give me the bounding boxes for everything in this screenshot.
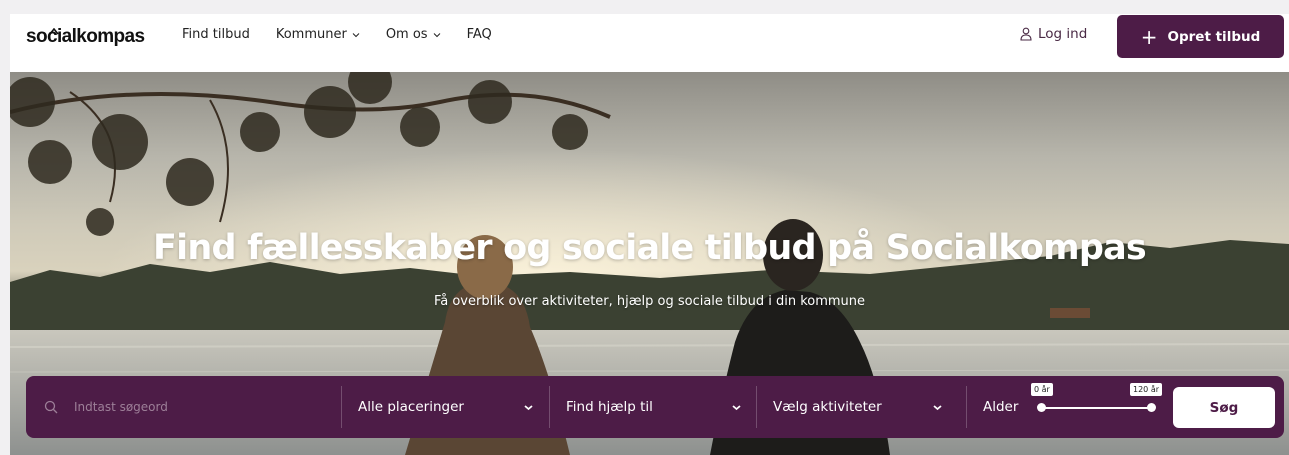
divider: [756, 386, 757, 428]
divider: [549, 386, 550, 428]
hero-subtitle: Få overblik over aktiviteter, hjælp og s…: [433, 294, 866, 309]
login-label: Log ind: [1038, 26, 1088, 42]
search-icon: [44, 400, 58, 414]
chevron-down-icon: [433, 32, 440, 37]
divider: [341, 386, 342, 428]
hero-title: Find fællesskaber og sociale tilbud på S…: [153, 228, 1147, 268]
top-navigation: socialkompas Find tilbud Kommuner Om os …: [10, 14, 1289, 72]
activities-select[interactable]: Vælg aktiviteter: [773, 376, 943, 438]
divider: [966, 386, 967, 428]
logo-text: socialkompas: [26, 26, 145, 47]
logo[interactable]: socialkompas: [26, 26, 145, 48]
location-select[interactable]: Alle placeringer: [358, 376, 534, 438]
help-select[interactable]: Find hjælp til: [566, 376, 742, 438]
user-icon: [1020, 27, 1032, 41]
browser-viewport: socialkompas Find tilbud Kommuner Om os …: [10, 14, 1289, 455]
location-select-label: Alle placeringer: [358, 399, 464, 415]
slider-track: [1041, 407, 1151, 409]
compass-mark-icon: [49, 28, 59, 35]
chevron-down-icon: [732, 404, 741, 410]
chevron-down-icon: [524, 404, 533, 410]
activities-select-label: Vælg aktiviteter: [773, 399, 882, 415]
age-range-slider[interactable]: 0 år 120 år: [1031, 376, 1163, 438]
slider-max-handle[interactable]: [1147, 403, 1156, 412]
search-button-label: Søg: [1209, 399, 1239, 416]
nav-item-label: Find tilbud: [182, 27, 250, 42]
nav-item-label: Om os: [385, 27, 428, 42]
search-input[interactable]: [74, 400, 324, 414]
nav-item-label: Kommuner: [275, 27, 347, 42]
nav-item-kommuner[interactable]: Kommuner: [276, 27, 360, 42]
age-min-tooltip: 0 år: [1031, 383, 1053, 396]
create-offer-button[interactable]: + Opret tilbud: [1117, 15, 1284, 58]
login-link[interactable]: Log ind: [1020, 26, 1087, 42]
slider-min-handle[interactable]: [1037, 403, 1046, 412]
help-select-label: Find hjælp til: [566, 399, 653, 415]
nav-item-om-os[interactable]: Om os: [386, 27, 441, 42]
search-button[interactable]: Søg: [1173, 387, 1275, 428]
keyword-search: [44, 376, 344, 438]
nav-item-faq[interactable]: FAQ: [467, 27, 492, 42]
nav-item-find-tilbud[interactable]: Find tilbud: [182, 27, 250, 42]
age-max-tooltip: 120 år: [1130, 383, 1163, 396]
plus-icon: +: [1140, 24, 1158, 49]
hero-section: Find fællesskaber og sociale tilbud på S…: [10, 72, 1289, 455]
create-offer-label: Opret tilbud: [1167, 28, 1261, 45]
nav-item-label: FAQ: [466, 27, 492, 42]
chevron-down-icon: [352, 32, 360, 37]
nav-links: Find tilbud Kommuner Om os FAQ: [182, 27, 518, 42]
chevron-down-icon: [933, 404, 942, 410]
search-bar: Alle placeringer Find hjælp til Vælg akt…: [26, 376, 1284, 438]
age-label: Alder: [983, 399, 1019, 415]
age-filter: Alder: [983, 376, 1018, 438]
